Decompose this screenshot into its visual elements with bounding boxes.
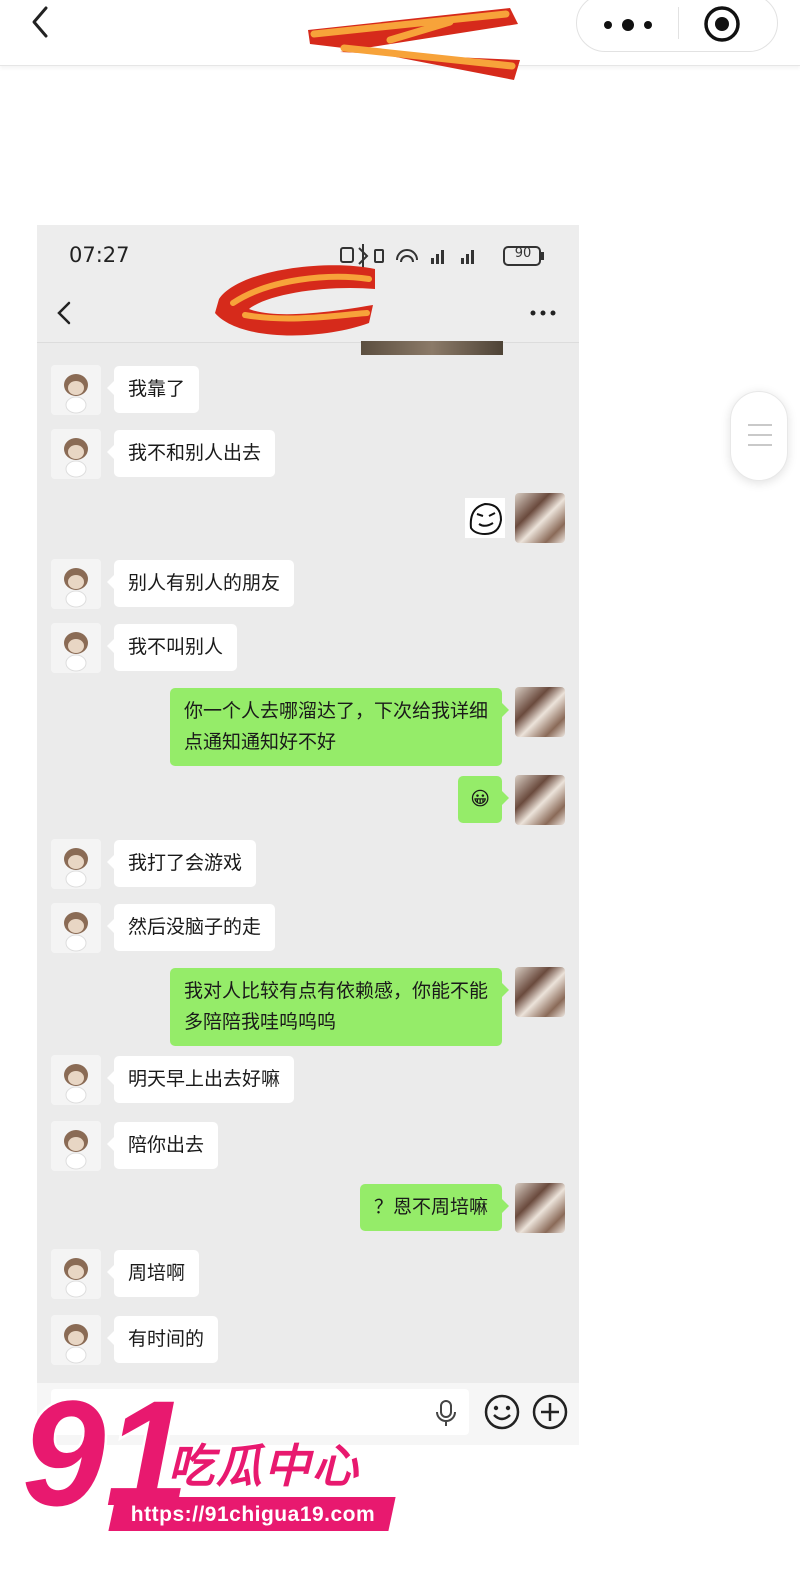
message-text: 我对人比较有点有依赖感，你能不能 bbox=[183, 980, 488, 1002]
voice-icon[interactable] bbox=[435, 1399, 457, 1427]
message-text: 陪你出去 bbox=[128, 1134, 205, 1156]
back-icon[interactable] bbox=[51, 297, 79, 329]
incoming-message-bubble[interactable]: 明天早上出去好嘛 bbox=[106, 1056, 295, 1103]
message-text: 点通知通知好不好 bbox=[183, 731, 336, 753]
incoming-message-bubble[interactable]: 陪你出去 bbox=[106, 1122, 219, 1169]
emoji-grin: 😀 bbox=[470, 788, 490, 810]
incoming-message-bubble[interactable]: 我不和别人出去 bbox=[106, 430, 276, 477]
chat-message: 我对人比较有点有依赖感，你能不能 多陪陪我哇呜呜呜 bbox=[37, 967, 579, 1047]
incoming-message-bubble[interactable]: 然后没脑子的走 bbox=[106, 904, 276, 951]
contact-avatar[interactable] bbox=[51, 623, 101, 673]
message-text: 我不叫别人 bbox=[128, 636, 224, 658]
menu-handle-line bbox=[748, 434, 772, 436]
chat-message: 然后没脑子的走 bbox=[37, 903, 579, 955]
contact-avatar[interactable] bbox=[51, 1121, 101, 1171]
chat-message: 明天早上出去好嘛 bbox=[37, 1055, 579, 1107]
user-avatar[interactable] bbox=[515, 1183, 565, 1233]
message-text: 多陪陪我哇呜呜呜 bbox=[183, 1011, 336, 1033]
chat-screenshot: 07:27 90 我靠了我不和别人出去 别人有别人的朋友 我不叫别人你一个人去哪溜达… bbox=[37, 225, 579, 1445]
capsule-menu bbox=[576, 0, 778, 52]
message-text: 明天早上出去好嘛 bbox=[128, 1068, 281, 1090]
chat-message bbox=[37, 493, 579, 545]
watermark-url: https://91chigua19.com bbox=[130, 1503, 376, 1526]
chat-message: 我靠了 bbox=[37, 365, 579, 417]
chat-message: 我不和别人出去 bbox=[37, 429, 579, 481]
incoming-message-bubble[interactable]: 我靠了 bbox=[106, 366, 200, 413]
message-text: 我不和别人出去 bbox=[128, 442, 262, 464]
message-text: 你一个人去哪溜达了，下次给我详细 bbox=[183, 700, 488, 722]
redaction-scribble bbox=[308, 8, 520, 80]
watermark-title: 吃瓜中心 bbox=[168, 1440, 360, 1492]
contact-avatar[interactable] bbox=[51, 903, 101, 953]
chat-message: 陪你出去 bbox=[37, 1121, 579, 1173]
chat-message: 我打了会游戏 bbox=[37, 839, 579, 891]
incoming-message-bubble[interactable]: 我不叫别人 bbox=[106, 624, 238, 671]
chat-message: ？恩不周培嘛 bbox=[37, 1183, 579, 1235]
message-text: 然后没脑子的走 bbox=[128, 916, 262, 938]
message-text: 我靠了 bbox=[128, 378, 186, 400]
chat-message: 😀 bbox=[37, 775, 579, 827]
contact-avatar[interactable] bbox=[51, 559, 101, 609]
incoming-message-bubble[interactable]: 我打了会游戏 bbox=[106, 840, 257, 887]
more-dots-icon[interactable] bbox=[527, 301, 559, 325]
user-avatar[interactable] bbox=[515, 493, 565, 543]
user-avatar[interactable] bbox=[515, 687, 565, 737]
contact-avatar[interactable] bbox=[51, 1055, 101, 1105]
outgoing-emoji-bubble[interactable]: 😀 bbox=[458, 776, 509, 823]
message-text: 我打了会游戏 bbox=[128, 852, 243, 874]
outgoing-message-bubble[interactable]: ？恩不周培嘛 bbox=[359, 1184, 510, 1231]
user-avatar[interactable] bbox=[515, 775, 565, 825]
outgoing-message-bubble[interactable]: 你一个人去哪溜达了，下次给我详细 点通知通知好不好 bbox=[169, 688, 510, 766]
contact-avatar[interactable] bbox=[51, 365, 101, 415]
menu-handle-line bbox=[748, 444, 772, 446]
contact-avatar[interactable] bbox=[51, 1249, 101, 1299]
contact-avatar[interactable] bbox=[51, 839, 101, 889]
capsule-divider bbox=[678, 7, 679, 39]
contact-avatar[interactable] bbox=[51, 429, 101, 479]
message-text: 有时间的 bbox=[128, 1328, 205, 1350]
contact-avatar[interactable] bbox=[51, 1315, 101, 1365]
side-menu-handle[interactable] bbox=[730, 391, 788, 481]
message-text: 别人有别人的朋友 bbox=[128, 572, 281, 594]
outgoing-message-bubble[interactable]: 我对人比较有点有依赖感，你能不能 多陪陪我哇呜呜呜 bbox=[169, 968, 510, 1046]
back-icon[interactable] bbox=[22, 2, 62, 42]
target-icon[interactable] bbox=[700, 2, 744, 46]
status-time: 07:27 bbox=[69, 243, 130, 267]
chat-message: 你一个人去哪溜达了，下次给我详细 点通知通知好不好 bbox=[37, 687, 579, 767]
meme-face-sticker[interactable] bbox=[465, 498, 505, 538]
more-dots-icon[interactable] bbox=[597, 5, 659, 41]
incoming-message-bubble[interactable]: 别人有别人的朋友 bbox=[106, 560, 295, 607]
menu-handle-icon bbox=[748, 424, 772, 426]
image-message-partial[interactable] bbox=[361, 341, 503, 355]
incoming-message-bubble[interactable]: 周培啊 bbox=[106, 1250, 200, 1297]
battery-level: 90 bbox=[514, 246, 532, 261]
user-avatar[interactable] bbox=[515, 967, 565, 1017]
redaction-scribble bbox=[215, 265, 375, 336]
message-text: ？恩不周培嘛 bbox=[373, 1196, 488, 1218]
incoming-message-bubble[interactable]: 有时间的 bbox=[106, 1316, 219, 1363]
emoji-icon[interactable] bbox=[483, 1393, 521, 1431]
chat-message: 周培啊 bbox=[37, 1249, 579, 1301]
chat-message: 别人有别人的朋友 bbox=[37, 559, 579, 611]
chat-message: 有时间的 bbox=[37, 1315, 579, 1367]
message-text: 周培啊 bbox=[128, 1262, 186, 1284]
chat-message: 我不叫别人 bbox=[37, 623, 579, 675]
plus-icon[interactable] bbox=[531, 1393, 569, 1431]
